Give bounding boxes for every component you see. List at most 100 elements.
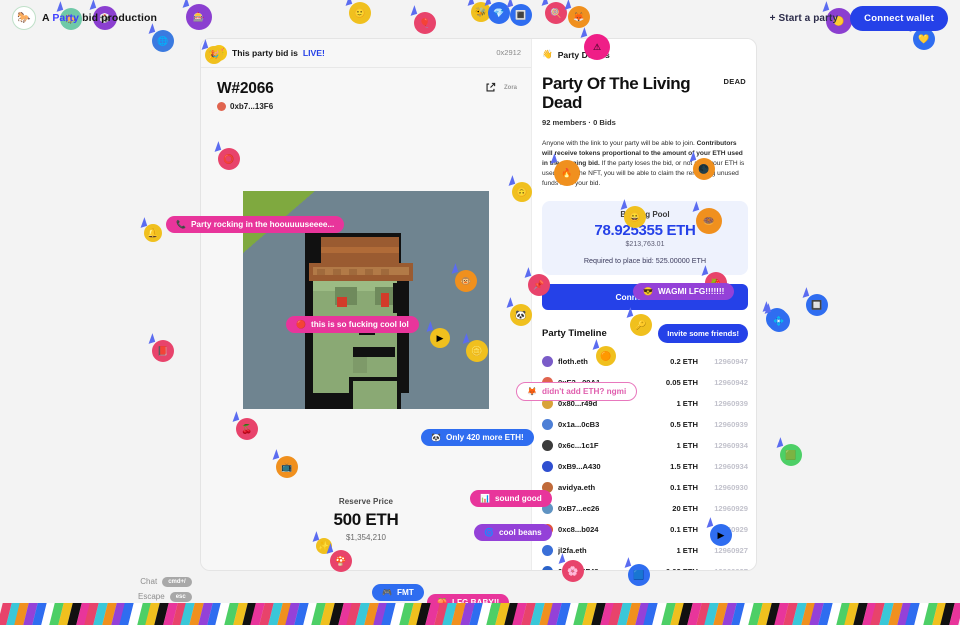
bubble-emoji-icon: 🔴 [296, 319, 306, 329]
chat-bubble: 🔴 this is so fucking cool lol [286, 316, 419, 333]
brand-suffix: bid production [82, 12, 157, 24]
contributor-avatar [542, 460, 553, 472]
connect-wallet-header-button[interactable]: Connect wallet [850, 5, 948, 31]
avatar-glyph-icon: 🪙 [471, 345, 483, 356]
cursor-icon [773, 437, 784, 448]
nft-owner: 0xb7...13F6 [217, 102, 515, 111]
floating-avatar: 📺 [276, 456, 298, 478]
avatar-glyph-icon: 😀 [629, 211, 641, 222]
bubble-emoji-icon: 🎮 [382, 587, 392, 597]
avatar-glyph-icon: 🔲 [811, 299, 823, 310]
marketplace-label: Zora [503, 84, 517, 91]
contribution-amount: 1 ETH [676, 545, 698, 555]
timeline-row[interactable]: floth.eth 0.2 ETH 12960947 [542, 351, 748, 372]
bubble-emoji-icon: 🦊 [527, 386, 537, 396]
floating-avatar: 🐵 [455, 270, 477, 292]
bubble-text: didn't add ETH? ngmi [541, 387, 627, 396]
bubble-text: cool beans [498, 528, 542, 537]
party-details-panel: 👋 Party Details Party Of The Living Dead… [531, 39, 756, 570]
brand-text: A Party bid production [42, 12, 157, 24]
block-number: 12960939 [714, 398, 748, 408]
brand[interactable]: 🐎 A Party bid production [12, 6, 157, 30]
brand-prefix: A [42, 12, 53, 24]
bubble-emoji-icon: 📊 [480, 493, 490, 503]
bubble-emoji-icon: 📞 [176, 219, 186, 229]
timeline-row[interactable]: 0x1a...0cB3 0.5 ETH 12960939 [542, 414, 748, 435]
floating-avatar: 🪙 [466, 340, 488, 362]
contributor-avatar [542, 439, 553, 451]
nft-header: W#2066 0xb7...13F6 Zora [201, 68, 531, 111]
chat-bubble: 📞 Party rocking in the hoouuuuseeee... [166, 216, 345, 233]
floating-avatar: 🟦 [628, 564, 650, 586]
contribution-amount: 20 ETH [672, 503, 698, 513]
timeline-row[interactable]: 0x6c...1c1F 1 ETH 12960934 [542, 435, 748, 456]
avatar-glyph-icon: 🔑 [635, 319, 647, 330]
floating-avatar: ⭕ [218, 148, 240, 170]
block-number: 12960939 [714, 419, 748, 429]
contributor-avatar [542, 544, 553, 556]
cursor-icon [799, 287, 810, 298]
invite-friends-button[interactable]: Invite some friends! [658, 323, 748, 343]
avatar-glyph-icon: 📺 [281, 461, 293, 472]
avatar-glyph-icon: 🌸 [567, 565, 579, 576]
floating-avatar: ⚠ [584, 34, 610, 60]
floating-avatar: 🟩 [780, 444, 802, 466]
contributor-name: 0xB7...ec26 [558, 503, 600, 513]
status-badge: DEAD [723, 77, 746, 86]
bubble-text: this is so fucking cool lol [310, 320, 409, 329]
escape-hint[interactable]: Escape esc [138, 589, 192, 604]
chat-bubble: 🦊 didn't add ETH? ngmi [516, 382, 638, 401]
avatar-glyph-icon: 🍒 [241, 423, 253, 434]
contributor-name: avidya.eth [558, 482, 596, 492]
avatar-glyph-icon: 🌑 [698, 163, 710, 174]
escape-hint-key: esc [169, 591, 192, 602]
floating-avatar: 🐼 [510, 304, 532, 326]
escape-hint-label: Escape [138, 592, 165, 601]
bidding-pool-usd: $213,763.01 [625, 240, 665, 248]
timeline-row[interactable]: avidya.eth 0.1 ETH 12960930 [542, 477, 748, 498]
avatar-glyph-icon: 🌐 [157, 35, 169, 46]
chat-bubble: 🎮 FMT [372, 584, 424, 601]
contribution-amount: 0.1 ETH [670, 482, 698, 492]
block-number: 12960934 [714, 461, 748, 471]
avatar-glyph-icon: 🎉 [208, 49, 220, 60]
chat-hint-label: Chat [140, 577, 158, 586]
block-number: 12960929 [714, 503, 748, 513]
floating-avatar: 🍄 [330, 550, 352, 572]
bubble-emoji-icon: 😎 [643, 286, 653, 296]
contributor-name: jl2fa.eth [558, 545, 587, 555]
avatar-glyph-icon: ⭕ [223, 153, 235, 164]
owner-address: 0xb7...13F6 [230, 102, 274, 111]
chat-hint[interactable]: Chat cmd+/ [138, 574, 192, 589]
avatar-glyph-icon: ▶ [436, 332, 444, 343]
block-number: 12960947 [714, 356, 748, 366]
block-number: 12960930 [714, 482, 748, 492]
avatar-glyph-icon: 🟦 [633, 569, 645, 580]
confetti-strip [0, 603, 960, 625]
contribution-amount: 1 ETH [676, 440, 698, 450]
chat-bubble: 🐼 Only 420 more ETH! [421, 429, 534, 446]
contribution-amount: 0.02 ETH [666, 567, 698, 570]
contract-id: 0x2912 [496, 48, 521, 57]
start-party-button[interactable]: + Start a party [770, 13, 838, 24]
avatar-glyph-icon: 🍩 [703, 215, 715, 226]
app-root: 🐎 A Party bid production + Start a party… [0, 0, 960, 625]
bubble-text: FMT [396, 588, 414, 597]
floating-avatar: 📕 [152, 340, 174, 362]
contributor-avatar [542, 565, 553, 570]
timeline-row[interactable]: 0xB7...ec26 20 ETH 12960929 [542, 498, 748, 519]
contribution-amount: 0.2 ETH [670, 356, 698, 366]
floating-avatar: 🍒 [236, 418, 258, 440]
wave-hand-icon: 👋 [542, 49, 553, 59]
timeline-row[interactable]: 0xB9...A430 1.5 ETH 12960934 [542, 456, 748, 477]
avatar-glyph-icon: ⚠ [592, 41, 602, 52]
bubble-emoji-icon: 🌀 [484, 527, 494, 537]
avatar-glyph-icon: 🟠 [600, 350, 612, 361]
block-number: 12960934 [714, 440, 748, 450]
timeline-title: Party Timeline [542, 327, 607, 339]
horse-icon: 🐎 [12, 6, 36, 30]
panel-header: 👋 Party Details [542, 49, 748, 60]
floating-avatar: 📌 [528, 274, 550, 296]
chat-bubble: 📊 sound good [470, 490, 552, 507]
external-link-icon[interactable] [485, 82, 496, 93]
